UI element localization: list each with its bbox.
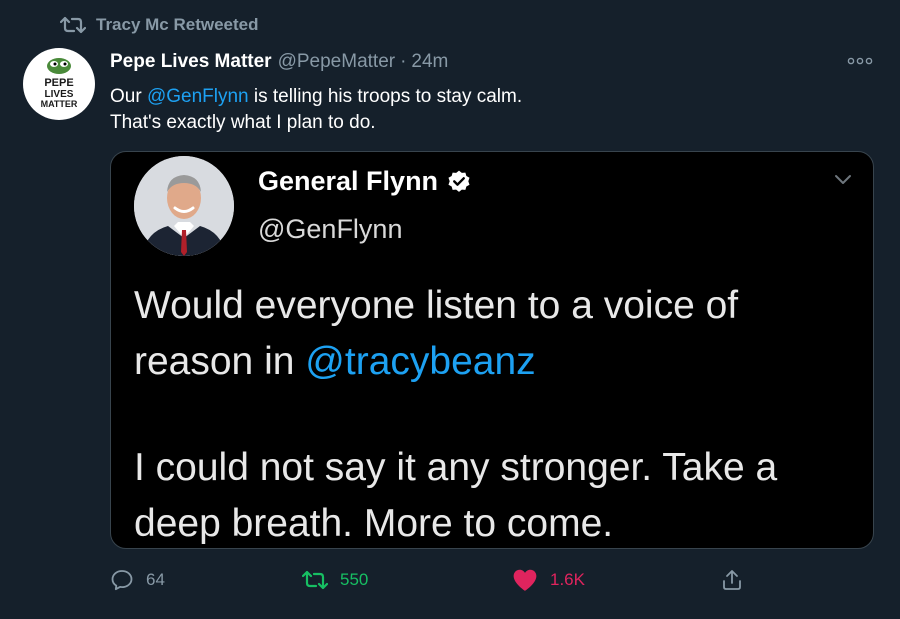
embedded-mention: @tracybeanz bbox=[305, 340, 536, 383]
retweet-icon bbox=[302, 570, 328, 590]
reply-button[interactable]: 64 bbox=[110, 566, 165, 594]
embedded-line2: reason in @tracybeanz bbox=[134, 334, 854, 390]
tweet-text-line1: Our @GenFlynn is telling his troops to s… bbox=[110, 84, 870, 110]
embedded-author-handle: @GenFlynn bbox=[258, 214, 403, 244]
embedded-author-name: General Flynn bbox=[258, 166, 472, 197]
embedded-avatar bbox=[134, 156, 234, 256]
share-button[interactable] bbox=[720, 566, 756, 594]
tweet-text-line2: That's exactly what I plan to do. bbox=[110, 112, 376, 133]
tweet-text-suffix: is telling his troops to stay calm. bbox=[248, 86, 523, 107]
tweet-text-prefix: Our bbox=[110, 86, 147, 107]
embedded-line1: Would everyone listen to a voice of bbox=[134, 284, 739, 327]
separator: · bbox=[400, 51, 407, 72]
like-count: 1.6K bbox=[550, 570, 585, 589]
tweet-text: Our @GenFlynn is telling his troops to s… bbox=[110, 84, 870, 136]
retweet-count: 550 bbox=[340, 570, 369, 589]
embedded-name-text: General Flynn bbox=[258, 166, 439, 196]
more-icon bbox=[847, 57, 873, 65]
portrait-image bbox=[134, 156, 234, 256]
more-button[interactable] bbox=[845, 52, 875, 70]
tweet-header: Pepe Lives Matter @PepeMatter · 24m bbox=[110, 48, 448, 76]
author-handle[interactable]: @PepeMatter bbox=[278, 51, 396, 73]
timestamp[interactable]: 24m bbox=[411, 51, 448, 73]
pepe-lives-matter-logo: PEPE LIVES MATTER bbox=[41, 58, 78, 109]
embedded-tweet-image[interactable]: General Flynn @GenFlynn Would everyone l… bbox=[110, 151, 874, 549]
embedded-line2-prefix: reason in bbox=[134, 340, 306, 383]
retweet-banner[interactable]: Tracy Mc Retweeted bbox=[60, 13, 259, 37]
chevron-down-icon bbox=[835, 175, 851, 184]
like-button[interactable]: 1.6K bbox=[512, 566, 585, 594]
embedded-line3: I could not say it any stronger. Take a bbox=[134, 446, 778, 489]
retweet-banner-text[interactable]: Tracy Mc Retweeted bbox=[96, 15, 259, 35]
verified-badge-icon bbox=[448, 170, 470, 192]
share-icon bbox=[723, 570, 741, 590]
svg-text:MATTER: MATTER bbox=[41, 99, 78, 109]
heart-icon bbox=[513, 569, 537, 591]
embedded-tweet-text: Would everyone listen to a voice of reas… bbox=[134, 278, 854, 548]
retweet-icon bbox=[60, 16, 86, 34]
mention-link[interactable]: @GenFlynn bbox=[147, 86, 249, 107]
reply-icon bbox=[111, 570, 133, 591]
retweet-button[interactable]: 550 bbox=[302, 566, 368, 594]
action-bar: 64 550 1.6K bbox=[110, 566, 880, 594]
author-name[interactable]: Pepe Lives Matter bbox=[110, 51, 272, 73]
embedded-chevron bbox=[833, 172, 853, 191]
svg-text:PEPE: PEPE bbox=[44, 77, 73, 89]
avatar[interactable]: PEPE LIVES MATTER bbox=[23, 48, 95, 120]
embedded-line4: deep breath. More to come. bbox=[134, 502, 614, 545]
tweet-card[interactable]: Tracy Mc Retweeted PEPE LIVES MATTER Pep… bbox=[0, 0, 900, 619]
reply-count: 64 bbox=[146, 570, 165, 589]
